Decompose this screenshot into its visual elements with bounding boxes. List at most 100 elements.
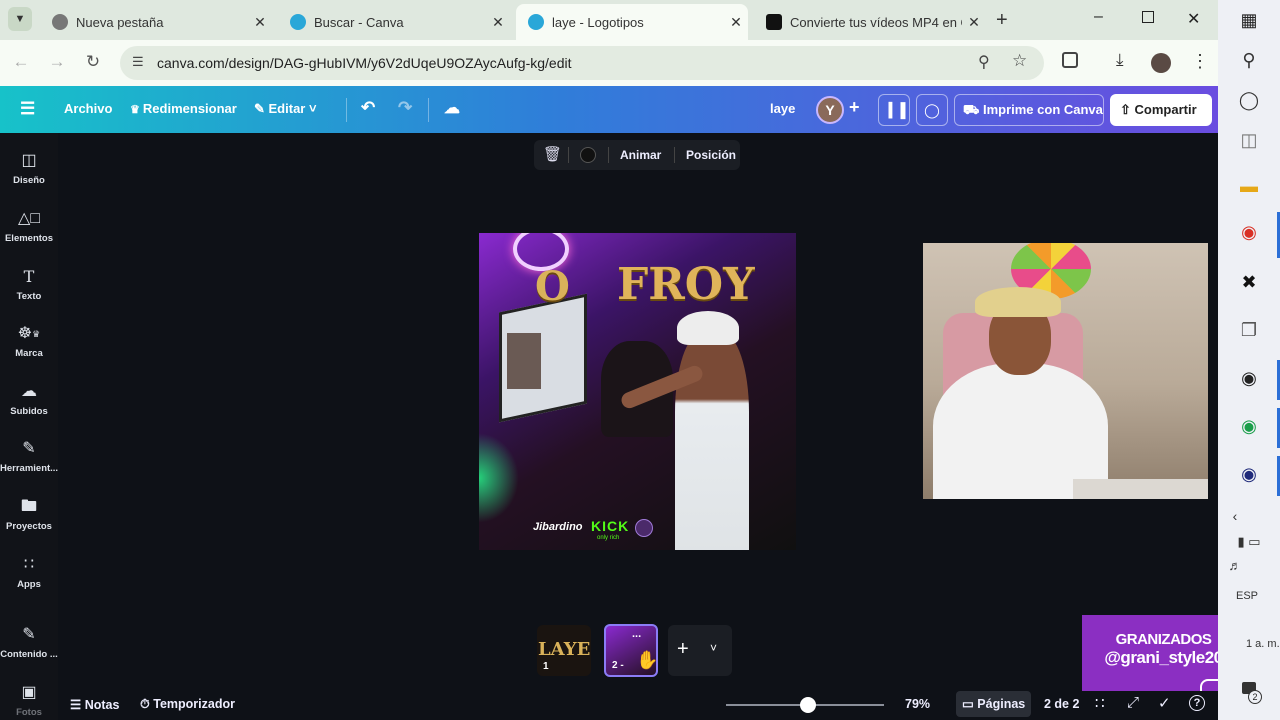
hamburger-menu-icon[interactable]: ☰ xyxy=(20,99,35,119)
device-icon[interactable]: ▮ ▭ xyxy=(1218,534,1280,550)
minimize-icon[interactable]: – xyxy=(1094,8,1103,26)
sidebar-item-label: Apps xyxy=(17,579,41,590)
sidebar-item-contenido[interactable]: ✎ Contenido ... xyxy=(0,625,58,660)
comments-button[interactable]: ◯ xyxy=(916,94,948,126)
forward-icon[interactable]: → xyxy=(46,52,68,72)
profile-avatar[interactable] xyxy=(1151,53,1171,73)
reload-icon[interactable]: ↻ xyxy=(82,52,104,72)
zoom-slider-track[interactable] xyxy=(726,697,884,713)
compartir-label: Compartir xyxy=(1134,102,1197,117)
add-collaborator-icon[interactable]: + xyxy=(849,97,860,118)
design-title-left[interactable]: O xyxy=(535,263,570,310)
page-thumbnail-1[interactable]: LAYE 1 xyxy=(537,625,591,676)
tab-search-button[interactable]: ▼ xyxy=(8,7,32,31)
tab-nueva-pestana[interactable]: Nueva pestaña ✕ xyxy=(40,4,272,40)
window-icon[interactable]: ❐ xyxy=(1218,320,1280,341)
temporizador-button[interactable]: ⏱ Temporizador xyxy=(140,697,235,712)
close-icon[interactable]: ✕ xyxy=(724,14,748,31)
tab-laye-logotipos[interactable]: laye - Logotipos ✕ xyxy=(516,4,748,40)
chevron-down-icon[interactable]: ˅ xyxy=(710,641,717,655)
animar-button[interactable]: Animar xyxy=(620,148,661,162)
add-page-button[interactable]: + ˅ xyxy=(668,625,732,676)
toolbar-divider xyxy=(568,147,569,163)
design-page[interactable]: O FROY Jibardino KICK only rich xyxy=(479,233,796,550)
new-tab-icon[interactable]: + xyxy=(996,9,1008,32)
close-icon[interactable]: ✕ xyxy=(248,14,272,31)
close-icon[interactable]: ✕ xyxy=(486,14,510,31)
sidebar-item-proyectos[interactable]: 🖿 Proyectos xyxy=(0,497,58,532)
sidebar-item-herramientas[interactable]: ✎ Herramient... xyxy=(0,439,58,474)
trash-icon[interactable]: 🗑 xyxy=(543,145,562,163)
chrome-profile-icon[interactable]: ◉ xyxy=(1218,416,1280,437)
analytics-button[interactable]: ▕▎▌ xyxy=(878,94,910,126)
windows-start-icon[interactable]: ▦ xyxy=(1218,10,1280,31)
search-icon[interactable]: ⚲ xyxy=(1218,50,1280,71)
redimensionar-button[interactable]: ♛ Redimensionar xyxy=(130,101,237,116)
help-icon[interactable]: ? xyxy=(1189,695,1205,711)
close-window-icon[interactable]: ✕ xyxy=(1187,9,1200,29)
close-icon[interactable]: ✕ xyxy=(962,14,986,31)
collaborator-avatar[interactable]: Y xyxy=(816,96,844,124)
design-title-right[interactable]: FROY xyxy=(617,259,755,310)
converter-icon xyxy=(766,14,782,30)
capcut-icon[interactable]: ✖ xyxy=(1218,272,1280,293)
crown-icon: ♛ xyxy=(130,104,143,116)
sidebar-item-marca[interactable]: ☸♛ Marca xyxy=(0,324,58,359)
page-count[interactable]: 2 de 2 xyxy=(1044,697,1079,711)
sidebar-item-label: Fotos xyxy=(16,707,42,718)
notas-button[interactable]: ☰ Notas xyxy=(70,697,119,712)
sidebar-item-label: Elementos xyxy=(4,233,54,244)
monitor-photo-graphic xyxy=(507,333,541,389)
restore-icon[interactable] xyxy=(1142,11,1154,23)
sidebar-item-subidos[interactable]: ☁ Subidos xyxy=(0,382,58,417)
color-swatch[interactable] xyxy=(580,147,596,163)
bookmark-star-icon[interactable]: ☆ xyxy=(1012,51,1027,71)
extensions-icon[interactable] xyxy=(1062,52,1078,68)
posicion-button[interactable]: Posición xyxy=(686,148,736,162)
cortana-icon[interactable]: ◯ xyxy=(1218,90,1280,111)
undo-icon[interactable]: ↶ xyxy=(361,98,375,118)
cloud-save-icon[interactable]: ☁ xyxy=(444,98,460,118)
sidebar-item-diseno[interactable]: ◫ Diseño xyxy=(0,151,58,186)
editar-button[interactable]: ✎ Editar ˅ xyxy=(254,101,317,117)
timer-icon: ⏱ xyxy=(140,697,154,711)
design-name[interactable]: laye xyxy=(770,101,795,116)
toolbar-divider xyxy=(608,147,609,163)
grid-view-icon[interactable]: ∷ xyxy=(1095,694,1105,712)
back-icon[interactable]: ← xyxy=(10,52,32,72)
zoom-icon[interactable]: ⚲ xyxy=(978,52,990,72)
chevron-left-icon[interactable]: ‹ xyxy=(1204,508,1266,524)
sponsor-logo-jibardino: Jibardino xyxy=(533,521,583,533)
check-circle-icon[interactable]: ✓ xyxy=(1158,694,1171,712)
chrome-icon[interactable]: ◉ xyxy=(1218,222,1280,243)
zoom-value[interactable]: 79% xyxy=(905,697,930,711)
page-thumbnail-2[interactable]: ... 2 - ✋ xyxy=(604,624,658,677)
text-icon: T xyxy=(23,267,35,286)
sidebar-item-elementos[interactable]: △□ Elementos xyxy=(0,209,58,244)
sidebar-item-texto[interactable]: T Texto xyxy=(0,267,58,302)
language-indicator[interactable]: ESP xyxy=(1216,590,1278,602)
menu-kebab-icon[interactable]: ⋮ xyxy=(1191,51,1209,72)
sidebar-item-apps[interactable]: ∷ Apps xyxy=(0,555,58,590)
clock-fragment[interactable]: 1 a. m. xyxy=(1246,638,1280,650)
download-icon[interactable]: ⤓ xyxy=(1116,50,1124,70)
imprime-button[interactable]: ⛟ Imprime con Canva xyxy=(954,94,1104,126)
compartir-button[interactable]: ⇧ Compartir xyxy=(1110,94,1212,126)
zoom-slider-thumb[interactable] xyxy=(800,697,817,713)
tab-buscar-canva[interactable]: Buscar - Canva ✕ xyxy=(278,4,510,40)
task-view-icon[interactable]: ◫ xyxy=(1218,130,1280,151)
hand-cursor-icon: ✋ xyxy=(636,650,658,670)
green-light-graphic xyxy=(479,433,519,523)
volume-icon[interactable]: ♬ xyxy=(1204,558,1266,573)
fullscreen-icon[interactable]: ⤢ xyxy=(1127,694,1139,711)
redo-icon[interactable]: ↷ xyxy=(398,98,412,118)
tab-convierte-videos[interactable]: Convierte tus vídeos MP4 en Gl ✕ xyxy=(754,4,986,40)
url-bar[interactable]: ☰ canva.com/design/DAG-gHubIVM/y6V2dUqeU… xyxy=(120,46,1044,80)
archivo-button[interactable]: Archivo xyxy=(64,101,112,116)
paginas-button[interactable]: ▭ Páginas xyxy=(956,691,1032,717)
file-explorer-icon[interactable]: ▬ xyxy=(1218,176,1280,197)
app-icon[interactable]: ◉ xyxy=(1218,368,1280,389)
obs-icon[interactable]: ◉ xyxy=(1218,464,1280,485)
sidebar-item-fotos[interactable]: ▣ Fotos xyxy=(0,683,58,718)
site-info-icon[interactable]: ☰ xyxy=(132,54,144,70)
